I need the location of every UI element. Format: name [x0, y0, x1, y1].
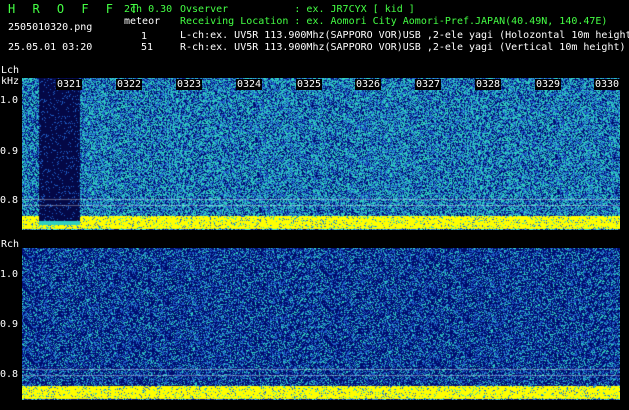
minute-label-0322: 0322 — [116, 79, 143, 90]
observer-info: Ovserver : ex. JR7CYX [ kid ] — [180, 4, 415, 15]
minute-label-0330: 0330 — [594, 79, 621, 90]
minute-label-0326: 0326 — [355, 79, 382, 90]
lch-receiver-info: L-ch:ex. UV5R 113.900Mhz(SAPPORO VOR)USB… — [180, 30, 629, 41]
lch-tick-0.9: 0.9 — [0, 146, 19, 157]
image-filename: 2505010320.png — [8, 22, 93, 33]
channel-mode: 2ch 0.30 — [124, 4, 173, 15]
minute-label-0325: 0325 — [296, 79, 323, 90]
minute-label-0324: 0324 — [236, 79, 263, 90]
lch-channel-label: Lch — [1, 65, 20, 76]
rch-meteor-count: 51 — [141, 42, 154, 53]
minute-label-0328: 0328 — [475, 79, 502, 90]
rch-tick-0.8: 0.8 — [0, 369, 19, 380]
minute-label-0323: 0323 — [176, 79, 203, 90]
rch-receiver-info: R-ch:ex. UV5R 113.900Mhz(SAPPORO VOR)USB… — [180, 42, 626, 53]
minute-label-0327: 0327 — [415, 79, 442, 90]
rch-channel-label: Rch — [1, 239, 20, 250]
lch-tick-0.8: 0.8 — [0, 195, 19, 206]
meteor-count-label: meteor — [124, 16, 161, 27]
minute-label-0321: 0321 — [56, 79, 83, 90]
rch-tick-1.0: 1.0 — [0, 269, 19, 280]
minute-label-0329: 0329 — [535, 79, 562, 90]
rch-spectrogram-canvas — [22, 248, 620, 400]
capture-datetime: 25.05.01 03:20 — [8, 42, 93, 53]
rch-tick-0.9: 0.9 — [0, 319, 19, 330]
lch-spectrogram — [22, 78, 620, 230]
lch-unit-label: kHz — [1, 76, 20, 87]
rch-spectrogram — [22, 248, 620, 400]
location-info: Receiving Location : ex. Aomori City Aom… — [180, 16, 608, 27]
lch-spectrogram-canvas — [22, 78, 620, 230]
lch-tick-1.0: 1.0 — [0, 95, 19, 106]
app-title: H R O F F T — [8, 2, 143, 16]
